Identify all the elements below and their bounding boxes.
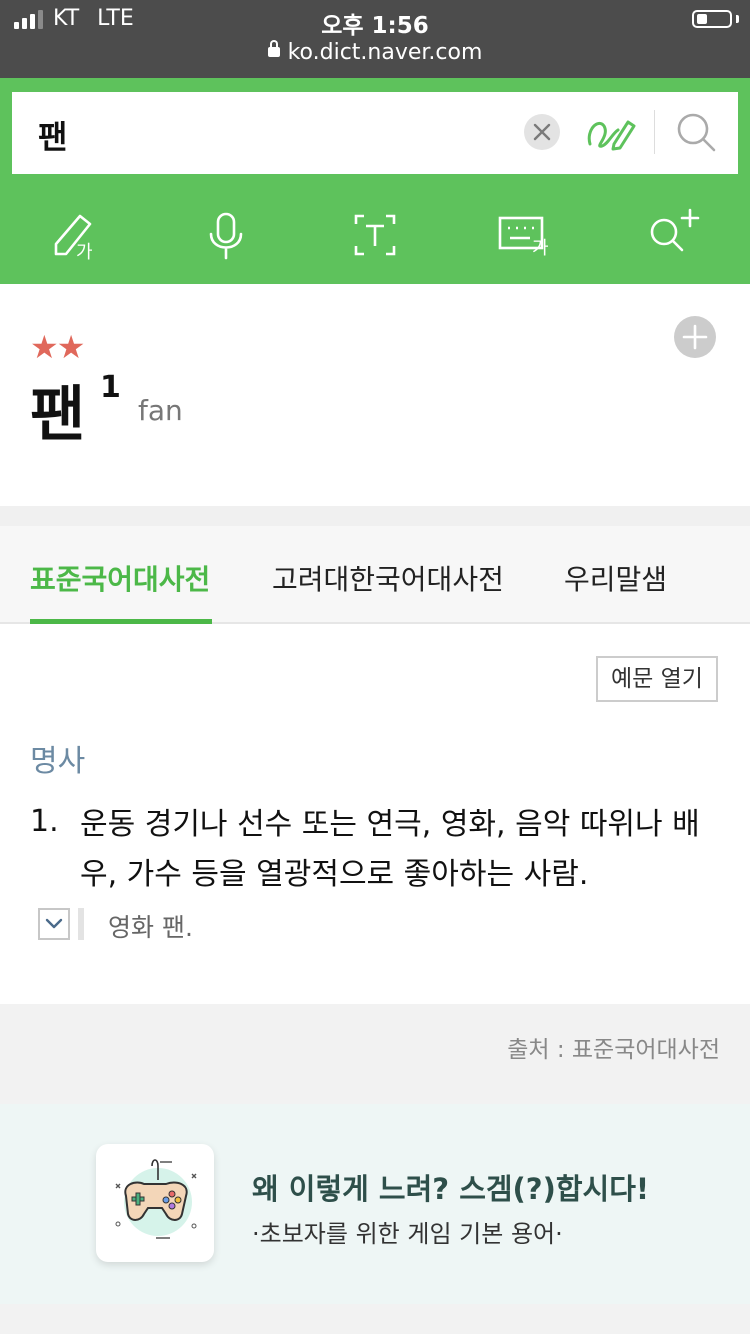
text-recognition-icon[interactable] (352, 212, 398, 258)
search-input[interactable]: 팬 (38, 112, 67, 158)
close-icon (533, 123, 551, 141)
address-bar[interactable]: ko.dict.naver.com (0, 40, 750, 65)
status-bar: KT LTE 오후 1:56 ko.dict.naver.com (0, 0, 750, 78)
source-label: 출처 : 표준국어대사전 (507, 1037, 720, 1063)
tab-urimalsaem[interactable]: 우리말샘 (564, 558, 667, 598)
url-text: ko.dict.naver.com (287, 40, 483, 65)
battery-tip (736, 15, 739, 23)
importance-stars: ★★ (30, 328, 85, 366)
handwriting-input-icon[interactable]: 가 (50, 210, 102, 262)
tab-standard-dictionary[interactable]: 표준국어대사전 (30, 558, 210, 598)
example-toggle[interactable] (38, 908, 70, 940)
gamepad-icon (115, 1159, 197, 1239)
add-wordbook-button[interactable] (674, 316, 716, 358)
part-of-speech: 명사 (30, 744, 86, 779)
definition-text: 운동 경기나 선수 또는 연극, 영화, 음악 따위나 배우, 가수 등을 열광… (80, 807, 700, 892)
svg-text:가: 가 (76, 242, 93, 262)
tab-scroll-fade (684, 526, 750, 622)
section-gap (0, 506, 750, 526)
lock-icon (267, 40, 280, 57)
definition-number: 1. (30, 804, 59, 839)
example-bar (78, 908, 84, 940)
chevron-down-icon (45, 918, 63, 929)
plus-icon (682, 324, 708, 350)
svg-text:가: 가 (532, 238, 549, 258)
microphone-icon[interactable] (206, 210, 246, 262)
handwriting-icon[interactable] (584, 108, 636, 156)
open-examples-button[interactable]: 예문 열기 (596, 656, 718, 702)
headword: 팬 (30, 380, 86, 450)
search-plus-icon[interactable] (648, 206, 702, 254)
example-sentence: 영화 팬. (108, 913, 193, 942)
word-origin: fan (138, 394, 183, 427)
active-tab-indicator (30, 619, 212, 624)
tab-korea-univ-dictionary[interactable]: 고려대한국어대사전 (272, 558, 504, 598)
promo-image (96, 1144, 214, 1262)
bottom-band (0, 1304, 750, 1334)
search-divider (654, 110, 655, 154)
promo-title: 왜 이렇게 느려? 스겜(?)합시다! (252, 1172, 650, 1206)
promo-subtitle: ·초보자를 위한 게임 기본 용어· (252, 1220, 563, 1248)
clear-button[interactable] (524, 114, 560, 150)
clock: 오후 1:56 (321, 13, 429, 39)
korean-keyboard-icon[interactable]: 가 (498, 214, 554, 258)
battery-icon (692, 10, 732, 28)
homonym-number: 1 (100, 370, 121, 405)
search-icon[interactable] (674, 110, 718, 154)
